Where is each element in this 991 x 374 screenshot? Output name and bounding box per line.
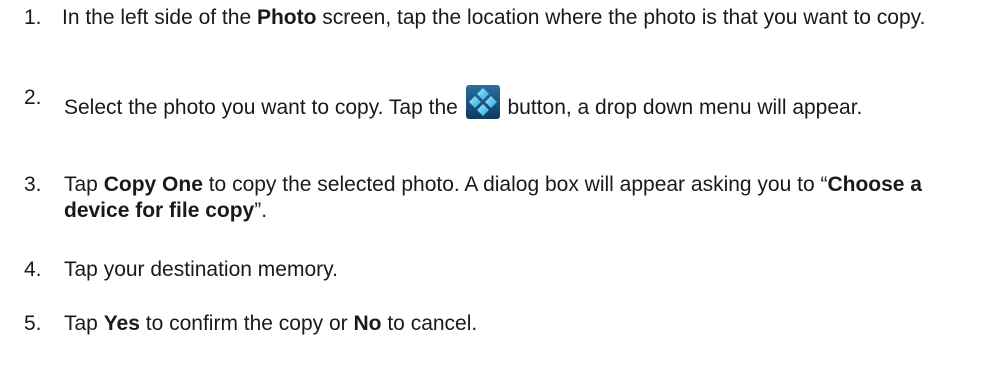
step-3: 3. Tap Copy One to copy the selected pho… xyxy=(24,172,974,224)
step-text: In the left side of the Photo screen, ta… xyxy=(62,6,926,29)
no-label: No xyxy=(353,312,382,335)
photo-screen-label: Photo xyxy=(256,6,317,29)
step-number: 2. xyxy=(24,86,42,109)
step-number: 5. xyxy=(24,312,42,335)
step-text: Tap Yes to confirm the copy or No to can… xyxy=(64,312,478,335)
step-number: 4. xyxy=(24,258,42,281)
menu-diamond-icon xyxy=(465,85,500,119)
copy-one-label: Copy One xyxy=(103,173,203,196)
step-text: Tap Copy One to copy the selected photo.… xyxy=(64,173,922,222)
yes-label: Yes xyxy=(103,312,140,335)
step-2: 2. Select the photo you want to copy. Ta… xyxy=(24,85,974,121)
step-text: Tap your destination memory. xyxy=(64,258,338,281)
step-1: 1. In the left side of the Photo screen,… xyxy=(24,5,974,31)
step-number: 3. xyxy=(24,173,42,196)
step-text: Select the photo you want to copy. Tap t… xyxy=(64,85,974,121)
step-number: 1. xyxy=(24,6,42,29)
step-5: 5. Tap Yes to confirm the copy or No to … xyxy=(24,311,974,337)
step-4: 4. Tap your destination memory. xyxy=(24,257,974,283)
